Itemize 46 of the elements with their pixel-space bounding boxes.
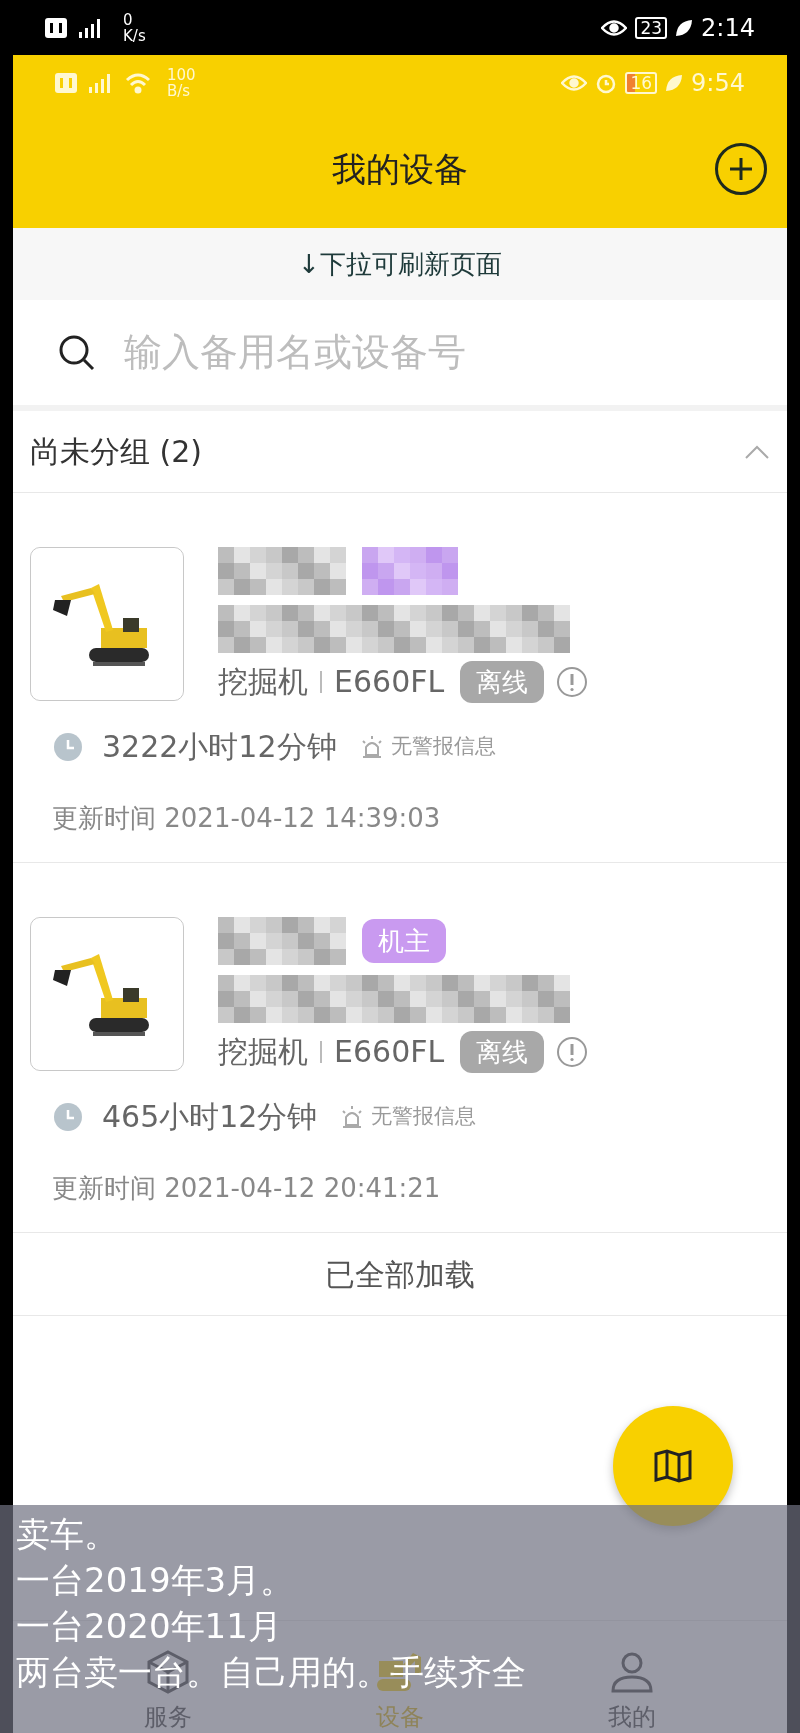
network-speed-value: 0 [123, 11, 134, 28]
status-tag: 离线 [460, 1030, 545, 1073]
runtime-hours: 3222小时12分钟 [102, 728, 337, 766]
alarm-light-icon [341, 1104, 364, 1129]
chevron-icon[interactable] [744, 443, 770, 460]
eye-icon [601, 18, 628, 37]
network-speed-value: 100 [167, 66, 196, 83]
pull-to-refresh-hint: ↓下拉可刷新页面 [298, 247, 502, 281]
caption-line: 卖车。 [16, 1513, 118, 1556]
clock-icon [54, 1102, 82, 1131]
clock-time: 9:54 [691, 67, 745, 99]
eye-icon [561, 73, 588, 92]
role-tag: 机主 [362, 919, 446, 963]
page-title: 我的设备 [332, 147, 468, 191]
all-loaded-text: 已全部加载 [325, 1255, 475, 1294]
update-time: 更新时间 2021-04-12 14:39:03 [52, 802, 441, 835]
add-button[interactable] [715, 143, 767, 195]
network-speed-unit: K/s [123, 27, 146, 44]
alarm-status: 无警报信息 [390, 732, 496, 760]
update-time: 更新时间 2021-04-12 20:41:21 [52, 1172, 441, 1205]
plus-icon [728, 156, 754, 182]
alarm-status: 无警报信息 [371, 1102, 477, 1130]
clock-icon [54, 732, 82, 761]
clock-time: 2:14 [701, 12, 755, 44]
leaf-icon [665, 73, 684, 92]
runtime-hours: 465小时12分钟 [102, 1098, 318, 1136]
caption-line: 一台2019年3月。 [16, 1559, 295, 1602]
search-field[interactable]: 输入备用名或设备号 [124, 324, 742, 381]
leaf-icon [675, 18, 694, 37]
status-tag: 离线 [460, 660, 545, 703]
wifi-icon [125, 71, 151, 94]
search-icon [58, 333, 96, 372]
battery-indicator: 16 [625, 71, 658, 94]
group-title: 尚未分组 (2) [30, 433, 203, 471]
info-icon[interactable] [556, 1035, 589, 1068]
device-type: 挖掘机 [218, 1033, 308, 1071]
device-type: 挖掘机 [218, 663, 308, 701]
group-header[interactable]: 尚未分组 (2) [13, 411, 787, 493]
device-model: E660FL [334, 663, 445, 701]
info-icon[interactable] [556, 665, 589, 698]
device-model: E660FL [334, 1033, 445, 1071]
battery-indicator: 23 [635, 16, 668, 39]
map-icon [653, 1449, 693, 1483]
alarm-light-icon [360, 734, 383, 759]
caption-line: 一台2020年11月 [16, 1605, 282, 1648]
network-speed-unit: B/s [167, 82, 192, 99]
